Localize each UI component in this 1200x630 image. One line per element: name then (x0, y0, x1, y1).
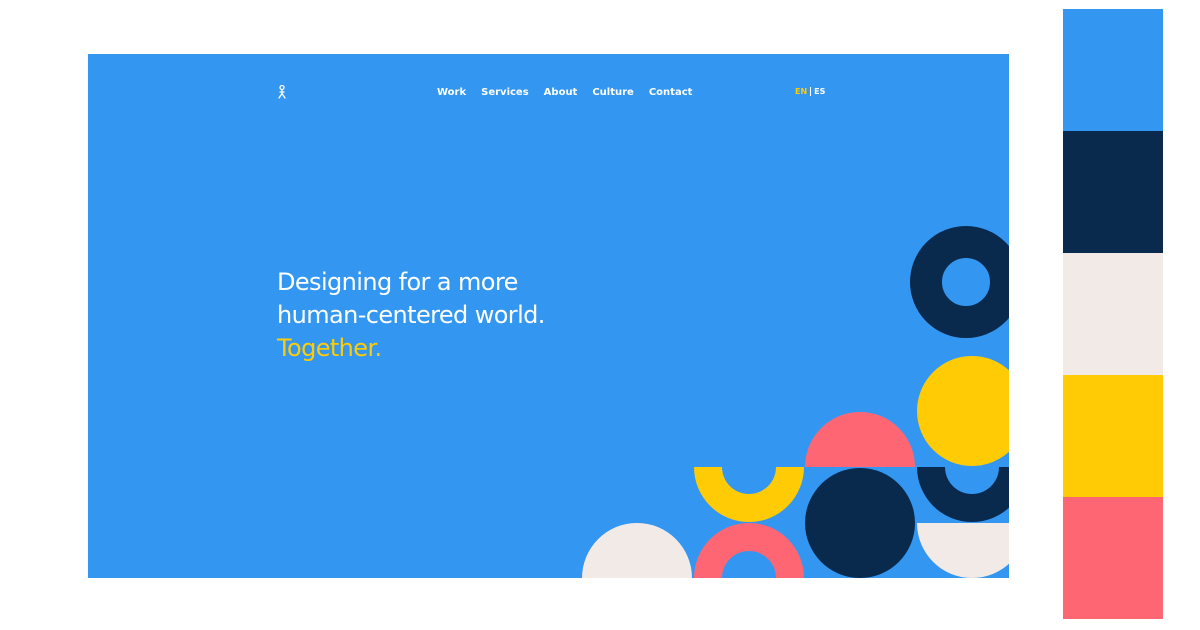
color-palette (1063, 9, 1163, 619)
cream-dome-shape (582, 523, 692, 578)
coral-dome-shape (805, 412, 915, 467)
navy-ring-shape (910, 226, 1009, 338)
website-hero-mockup: Work Services About Culture Contact EN E… (88, 54, 1009, 578)
yellow-circle-shape (917, 356, 1009, 466)
geometric-shapes-illustration (582, 226, 1009, 578)
yellow-bowl-shape (694, 467, 804, 522)
cream-bowl-shape (917, 523, 1009, 578)
swatch-coral (1063, 497, 1163, 619)
swatch-yellow (1063, 375, 1163, 497)
navy-circle-shape (805, 468, 915, 578)
swatch-cream (1063, 253, 1163, 375)
swatch-navy (1063, 131, 1163, 253)
navy-bowl-shape (917, 467, 1009, 522)
swatch-blue (1063, 9, 1163, 131)
coral-arch-shape (694, 523, 804, 578)
page: Work Services About Culture Contact EN E… (0, 0, 1200, 630)
